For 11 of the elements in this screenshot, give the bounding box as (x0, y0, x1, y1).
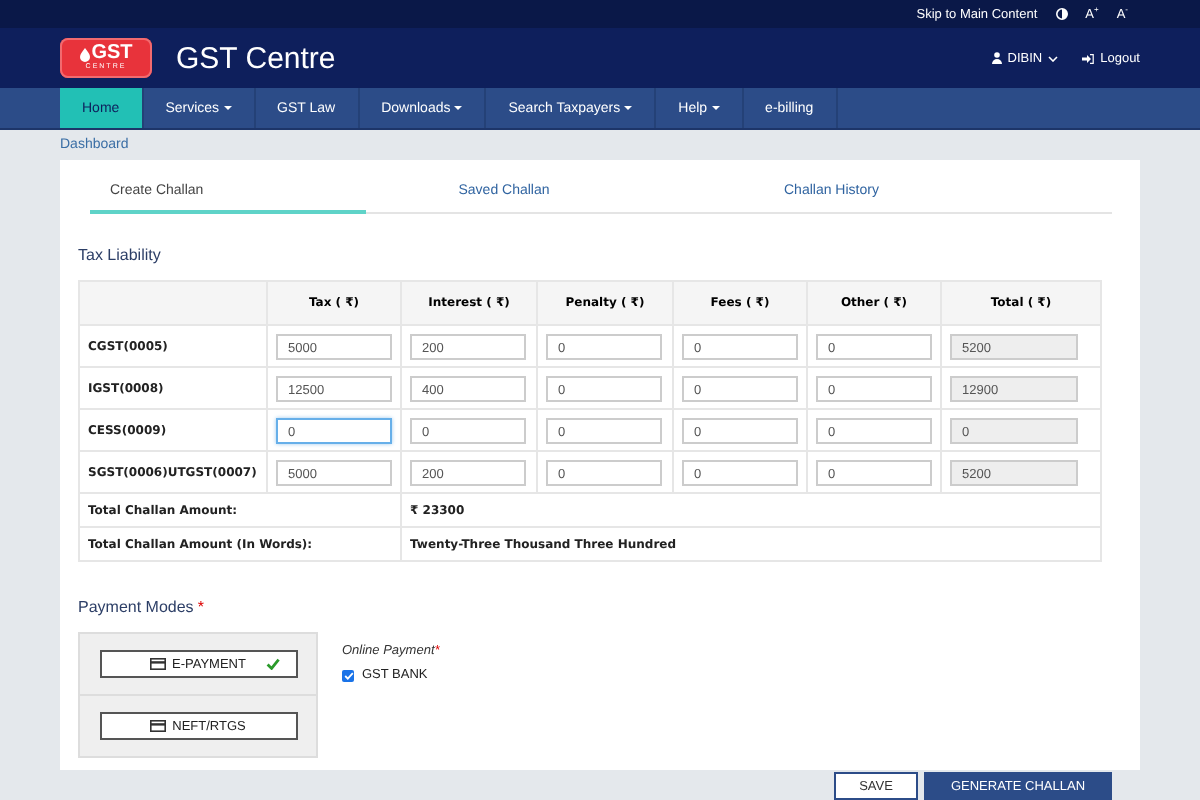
section-title: Tax Liability (78, 246, 163, 264)
chevron-down-icon (1048, 55, 1059, 61)
required-mark: * (197, 598, 204, 616)
checkbox[interactable] (342, 669, 354, 681)
user-icon (991, 52, 1002, 64)
contrast-icon[interactable] (1055, 8, 1068, 20)
section-title: Payment Modes (78, 598, 194, 616)
site-title: GST Centre (176, 41, 338, 75)
card-icon (150, 720, 167, 732)
logout-icon (1082, 53, 1095, 63)
card-icon (150, 658, 167, 670)
